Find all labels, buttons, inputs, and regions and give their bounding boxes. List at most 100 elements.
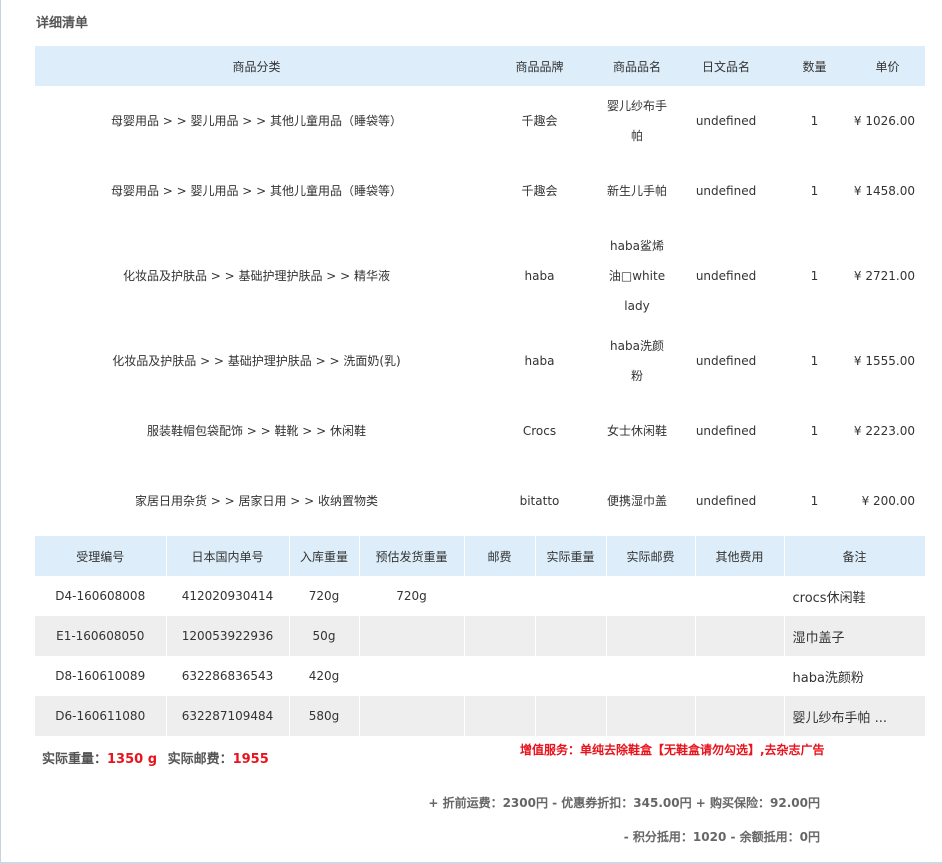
cell-real-weight — [535, 576, 607, 616]
header-jp-name: 日文品名 — [673, 46, 779, 86]
cell-real-weight — [535, 656, 607, 696]
cell-est-weight — [359, 696, 465, 736]
cell-note: 湿巾盖子 — [784, 616, 926, 656]
actual-weight-value: 1350 g — [107, 752, 158, 767]
cell-jp-tracking-no: 632287109484 — [166, 696, 290, 736]
receipt-row: D4-160608008 412020930414 720g 720g croc… — [35, 576, 926, 616]
cell-est-weight — [359, 616, 465, 656]
detail-row: 母婴用品 > > 婴儿用品 > > 其他儿童用品（睡袋等） 千趣会 婴儿纱布手帕… — [35, 86, 925, 156]
cell-note: crocs休闲鞋 — [784, 576, 926, 616]
cell-quantity: 1 — [810, 184, 819, 198]
fee-breakdown-line-1: + 折前运费：2300円 - 优惠券折扣：345.00円 + 购买保险：92.0… — [428, 796, 820, 810]
header-real-postage: 实际邮费 — [606, 536, 696, 576]
cell-product-name: 新生儿手帕 — [607, 184, 668, 198]
cell-jp-name: undefined — [695, 184, 757, 198]
header-note: 备注 — [784, 536, 926, 576]
cell-real-postage — [606, 696, 696, 736]
cell-in-weight: 50g — [289, 616, 360, 656]
cell-unit-price: ¥ 1555.00 — [853, 354, 915, 368]
cell-product-name: 女士休闲鞋 — [607, 424, 668, 438]
cell-brand: haba — [524, 354, 555, 368]
cell-brand: haba — [524, 269, 555, 283]
header-in-weight: 入库重量 — [289, 536, 360, 576]
actual-summary: 实际重量：1350 g 实际邮费：1955 — [42, 748, 269, 767]
cell-postage — [464, 696, 536, 736]
cell-real-weight — [535, 696, 607, 736]
cell-jp-name: undefined — [695, 354, 757, 368]
actual-weight-label: 实际重量： — [42, 752, 108, 767]
detail-header-row: 商品分类 商品品牌 商品品名 日文品名 数量 单价 — [35, 46, 925, 86]
cell-category: 化妆品及护肤品 > > 基础护理护肤品 > > 洗面奶(乳) — [112, 354, 401, 368]
cell-postage — [464, 616, 536, 656]
cell-other-fees — [695, 576, 785, 616]
cell-product-name: 婴儿纱布手帕 — [607, 99, 668, 143]
cell-receipt-id: D6-160611080 — [35, 696, 167, 736]
cell-quantity: 1 — [810, 424, 819, 438]
cell-jp-tracking-no: 412020930414 — [166, 576, 290, 616]
cell-receipt-id: E1-160608050 — [35, 616, 167, 656]
cell-product-name: 便携湿巾盖 — [607, 494, 668, 508]
cell-unit-price: ¥ 200.00 — [861, 494, 915, 508]
cell-unit-price: ¥ 1026.00 — [853, 114, 915, 128]
header-jp-tracking-no: 日本国内单号 — [166, 536, 290, 576]
cell-jp-name: undefined — [695, 494, 757, 508]
actual-postage-label: 实际邮费： — [167, 752, 233, 767]
cell-postage — [464, 576, 536, 616]
cell-real-postage — [606, 656, 696, 696]
actual-postage-value: 1955 — [232, 752, 269, 767]
cell-jp-name: undefined — [695, 269, 757, 283]
receipt-table: 受理编号 日本国内单号 入库重量 预估发货重量 邮费 实际重量 实际邮费 其他费… — [35, 536, 926, 736]
cell-est-weight: 720g — [359, 576, 465, 616]
cell-real-postage — [606, 616, 696, 656]
cell-brand: Crocs — [522, 424, 557, 438]
detail-row: 化妆品及护肤品 > > 基础护理护肤品 > > 精华液 haba haba鲨烯油… — [35, 226, 925, 326]
cell-jp-name: undefined — [695, 114, 757, 128]
cell-category: 服装鞋帽包袋配饰 > > 鞋靴 > > 休闲鞋 — [146, 424, 367, 438]
detail-list-table: 商品分类 商品品牌 商品品名 日文品名 数量 单价 母婴用品 > > 婴儿用品 … — [35, 46, 925, 536]
cell-real-postage — [606, 576, 696, 616]
receipt-row: E1-160608050 120053922936 50g 湿巾盖子 — [35, 616, 926, 656]
detail-row: 服装鞋帽包袋配饰 > > 鞋靴 > > 休闲鞋 Crocs 女士休闲鞋 unde… — [35, 396, 925, 466]
cell-category: 母婴用品 > > 婴儿用品 > > 其他儿童用品（睡袋等） — [110, 114, 403, 128]
cell-other-fees — [695, 616, 785, 656]
cell-quantity: 1 — [810, 114, 819, 128]
cell-jp-tracking-no: 120053922936 — [166, 616, 290, 656]
cell-category: 家居日用杂货 > > 居家日用 > > 收纳置物类 — [134, 494, 379, 508]
header-est-weight: 预估发货重量 — [359, 536, 465, 576]
cell-real-weight — [535, 616, 607, 656]
cell-brand: 千趣会 — [521, 184, 558, 198]
header-other-fees: 其他费用 — [695, 536, 785, 576]
cell-product-name: haba鲨烯油□white lady — [608, 239, 666, 313]
cell-brand: bitatto — [519, 494, 560, 508]
cell-brand: 千趣会 — [521, 114, 558, 128]
header-postage: 邮费 — [464, 536, 536, 576]
cell-est-weight — [359, 656, 465, 696]
cell-receipt-id: D8-160610089 — [35, 656, 167, 696]
cell-unit-price: ¥ 2721.00 — [853, 269, 915, 283]
cell-quantity: 1 — [810, 269, 819, 283]
cell-unit-price: ¥ 2223.00 — [853, 424, 915, 438]
cell-quantity: 1 — [810, 494, 819, 508]
detail-row: 化妆品及护肤品 > > 基础护理护肤品 > > 洗面奶(乳) haba haba… — [35, 326, 925, 396]
header-product-name: 商品品名 — [601, 46, 673, 86]
cell-category: 化妆品及护肤品 > > 基础护理护肤品 > > 精华液 — [122, 269, 391, 283]
cell-note: haba洗颜粉 — [784, 656, 926, 696]
cell-postage — [464, 656, 536, 696]
cell-category: 母婴用品 > > 婴儿用品 > > 其他儿童用品（睡袋等） — [110, 184, 403, 198]
cell-in-weight: 720g — [289, 576, 360, 616]
header-real-weight: 实际重量 — [535, 536, 607, 576]
cell-unit-price: ¥ 1458.00 — [853, 184, 915, 198]
cell-product-name: haba洗颜粉 — [610, 339, 664, 383]
cell-jp-tracking-no: 632286836543 — [166, 656, 290, 696]
cell-jp-name: undefined — [695, 424, 757, 438]
header-category: 商品分类 — [35, 46, 478, 86]
receipt-header-row: 受理编号 日本国内单号 入库重量 预估发货重量 邮费 实际重量 实际邮费 其他费… — [35, 536, 926, 576]
header-receipt-id: 受理编号 — [35, 536, 167, 576]
header-quantity: 数量 — [779, 46, 850, 86]
cell-quantity: 1 — [810, 354, 819, 368]
receipt-row: D8-160610089 632286836543 420g haba洗颜粉 — [35, 656, 926, 696]
header-brand: 商品品牌 — [478, 46, 601, 86]
detail-row: 母婴用品 > > 婴儿用品 > > 其他儿童用品（睡袋等） 千趣会 新生儿手帕 … — [35, 156, 925, 226]
cell-in-weight: 420g — [289, 656, 360, 696]
fee-breakdown-line-2: - 积分抵用：1020 - 余额抵用：0円 — [623, 830, 820, 844]
